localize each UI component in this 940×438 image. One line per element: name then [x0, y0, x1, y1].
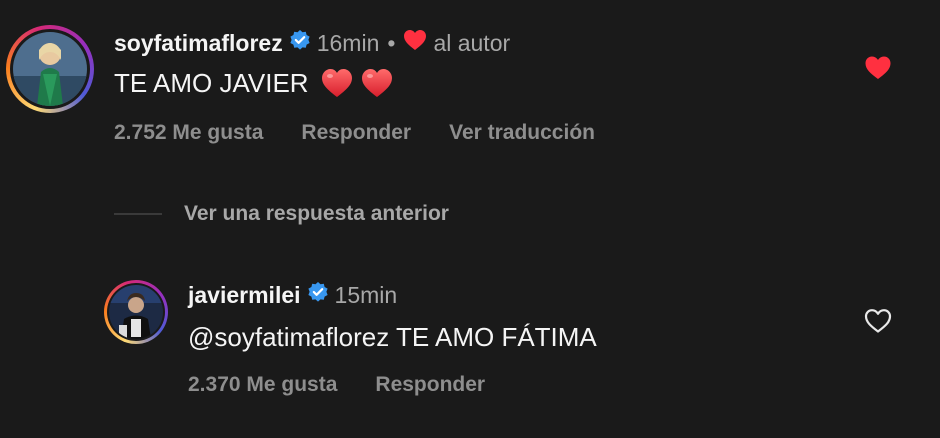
- comment-emoji: [321, 68, 393, 98]
- verified-badge-icon: [307, 281, 329, 309]
- liked-by-author-label: al autor: [433, 29, 511, 56]
- comment-text: TE AMO JAVIER: [114, 64, 393, 102]
- reply-button[interactable]: Responder: [375, 373, 485, 397]
- comment-text: @soyfatimaflorez TE AMO FÁTIMA: [188, 322, 597, 352]
- view-previous-reply-button[interactable]: Ver una respuesta anterior: [114, 200, 449, 228]
- likes-count[interactable]: 2.370 Me gusta: [188, 373, 337, 397]
- heart-filled-icon: [865, 56, 891, 79]
- heart-outline-icon: [864, 309, 892, 333]
- separator-dot: •: [387, 29, 396, 56]
- likes-count[interactable]: 2.752 Me gusta: [114, 121, 263, 145]
- avatar[interactable]: [6, 25, 94, 113]
- red-heart-emoji-icon: [361, 69, 392, 97]
- timestamp: 16min: [316, 29, 380, 56]
- divider-line: [114, 213, 162, 215]
- comment-actions: 2.370 Me gusta Responder: [188, 370, 485, 400]
- reply-button[interactable]: Responder: [301, 121, 411, 145]
- user-photo-avatar-icon: [13, 32, 87, 106]
- comment-header: soyfatimaflorez 16min • al autor: [114, 28, 510, 58]
- username[interactable]: javiermilei: [188, 282, 301, 309]
- red-heart-emoji-icon: [321, 69, 352, 97]
- avatar[interactable]: [104, 280, 168, 344]
- comment-header: javiermilei 15min: [188, 280, 397, 310]
- comment-text-body: TE AMO JAVIER: [114, 67, 309, 98]
- comment-actions: 2.752 Me gusta Responder Ver traducción: [114, 118, 595, 148]
- see-translation-button[interactable]: Ver traducción: [449, 121, 595, 145]
- like-button[interactable]: [864, 55, 892, 81]
- user-photo-avatar-icon: [109, 285, 163, 339]
- username[interactable]: soyfatimaflorez: [114, 30, 283, 57]
- like-button[interactable]: [864, 308, 892, 334]
- verified-badge-icon: [289, 29, 311, 57]
- timestamp: 15min: [334, 281, 398, 308]
- liked-by-author-heart-icon: [403, 29, 427, 57]
- view-previous-reply-label: Ver una respuesta anterior: [184, 202, 449, 225]
